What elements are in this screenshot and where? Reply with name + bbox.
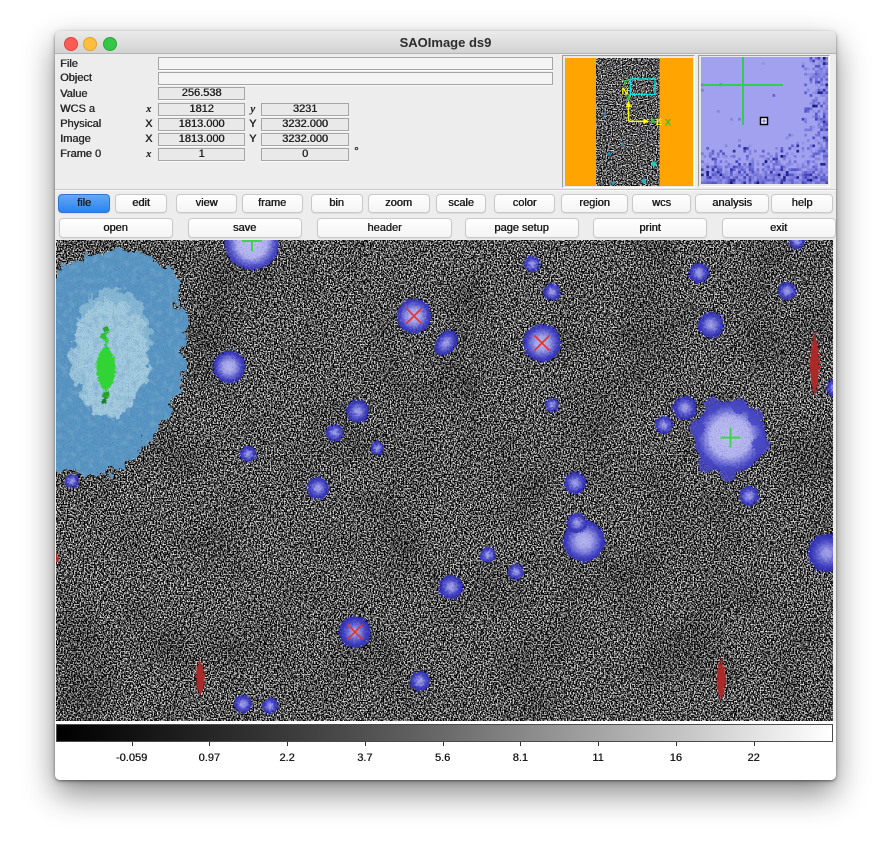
svg-text:E: E: [656, 117, 662, 128]
svg-text:X: X: [665, 118, 672, 129]
svg-text:N: N: [622, 87, 629, 98]
